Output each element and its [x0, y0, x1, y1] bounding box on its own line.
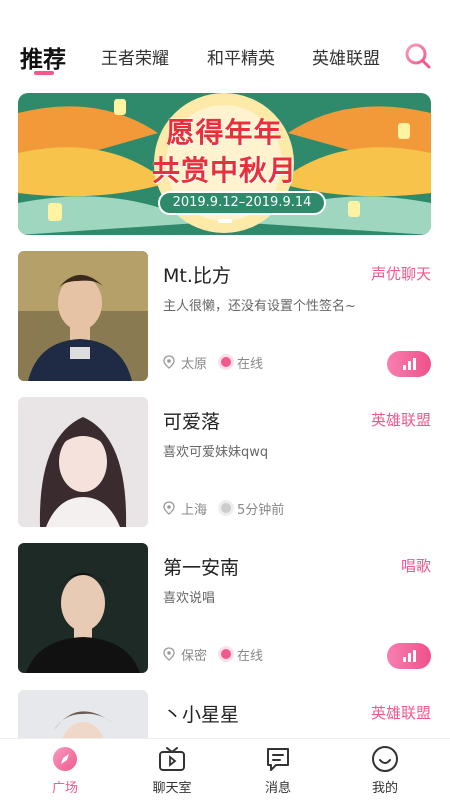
user-name: 丶小星星	[163, 704, 240, 726]
user-card[interactable]: 第一安南 唱歌 喜欢说唱 保密 在线	[18, 543, 431, 673]
user-location-status: 太原 在线	[163, 353, 264, 372]
user-location-status: 上海 5分钟前	[163, 499, 285, 518]
user-category-tag: 唱歌	[400, 557, 431, 575]
user-signature: 喜欢说唱	[163, 591, 216, 606]
user-card[interactable]: 丶小星星 英雄联盟	[18, 690, 431, 738]
user-name: Mt.比方	[163, 265, 231, 287]
user-photo	[18, 397, 148, 527]
message-icon	[267, 748, 289, 771]
banner-title-line1: 愿得年年	[166, 116, 283, 149]
tab-peace-elite[interactable]: 和平精英	[207, 44, 275, 69]
user-card[interactable]: 可爱落 英雄联盟 喜欢可爱妹妹qwq 上海 5分钟前	[18, 397, 431, 527]
location-pin-icon	[163, 501, 175, 515]
signal-bars-icon	[403, 358, 416, 370]
mid-autumn-banner[interactable]: 愿得年年 共赏中秋月 2019.9.12–2019.9.14	[18, 93, 431, 235]
user-name: 第一安南	[163, 557, 240, 579]
top-tab-bar: 推荐 王者荣耀 和平精英 英雄联盟	[0, 36, 450, 86]
tab-square-label: 广场	[51, 781, 78, 796]
voice-chat-button[interactable]	[387, 351, 431, 377]
search-icon[interactable]	[404, 42, 432, 70]
tab-league-of-legends[interactable]: 英雄联盟	[312, 44, 380, 69]
user-location-status: 保密 在线	[163, 645, 264, 664]
tab-honor-of-kings[interactable]: 王者荣耀	[101, 44, 169, 69]
user-category-tag: 英雄联盟	[370, 411, 431, 429]
user-status: 5分钟前	[237, 502, 285, 518]
user-photo	[18, 690, 148, 738]
user-location: 太原	[181, 356, 208, 372]
voice-chat-button[interactable]	[387, 643, 431, 669]
tab-mine-label: 我的	[371, 781, 398, 796]
location-pin-icon	[163, 355, 175, 369]
offline-status-dot	[221, 503, 232, 513]
online-status-dot	[221, 357, 232, 367]
user-name: 可爱落	[163, 411, 221, 433]
tab-chatroom[interactable]: 聊天室	[137, 745, 207, 796]
user-status: 在线	[237, 356, 264, 372]
tv-icon	[159, 747, 185, 771]
user-status: 在线	[237, 648, 264, 664]
user-category-tag: 英雄联盟	[370, 704, 431, 722]
user-photo	[18, 251, 148, 381]
tab-mine[interactable]: 我的	[350, 745, 420, 796]
signal-bars-icon	[403, 650, 416, 662]
active-tab-indicator	[34, 71, 54, 75]
user-card[interactable]: Mt.比方 声优聊天 主人很懒，还没有设置个性签名~ 太原 在线	[18, 251, 431, 381]
tab-messages[interactable]: 消息	[243, 745, 313, 796]
user-signature: 喜欢可爱妹妹qwq	[163, 445, 269, 460]
banner-page-indicator	[18, 208, 431, 227]
tab-messages-label: 消息	[264, 781, 291, 796]
user-location: 上海	[181, 502, 208, 518]
tab-chatroom-label: 聊天室	[152, 781, 192, 796]
online-status-dot	[221, 649, 232, 659]
bottom-tab-bar: 广场 聊天室 消息 我的	[0, 738, 450, 800]
user-signature: 主人很懒，还没有设置个性签名~	[163, 299, 356, 314]
smile-icon	[372, 746, 398, 772]
user-category-tag: 声优聊天	[370, 265, 431, 283]
location-pin-icon	[163, 647, 175, 661]
compass-icon	[53, 747, 77, 771]
user-photo	[18, 543, 148, 673]
banner-title-line2: 共赏中秋月	[151, 154, 297, 187]
user-location: 保密	[181, 648, 208, 664]
tab-recommend[interactable]: 推荐	[20, 40, 66, 74]
tab-square[interactable]: 广场	[30, 745, 100, 796]
